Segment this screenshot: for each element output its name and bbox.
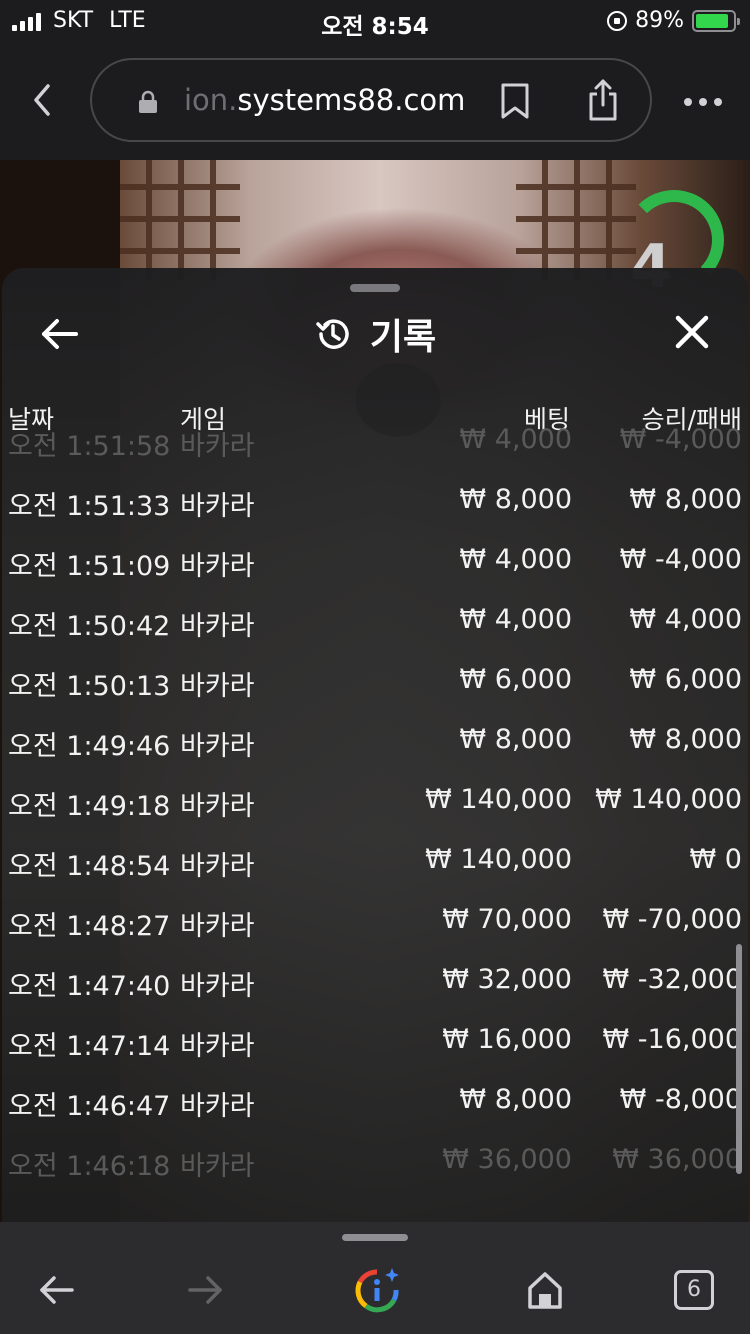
table-row: 오전 1:48:27 바카라 ₩ 70,000 ₩ -70,000: [2, 890, 748, 950]
url-domain: systems88.com: [237, 83, 466, 117]
row-game: 바카라: [180, 491, 255, 522]
window-lattice: [516, 160, 636, 280]
row-game: 바카라: [180, 851, 255, 882]
row-date: 오전 1:47:14: [8, 1031, 171, 1062]
row-result: ₩ -4,000: [619, 428, 742, 455]
browser-toolbar: 6: [0, 1222, 750, 1334]
panel-title-text: 기록: [369, 317, 437, 358]
url-prefix: ion.: [184, 83, 238, 117]
row-result: ₩ 36,000: [612, 1144, 742, 1175]
row-date: 오전 1:49:46: [8, 731, 171, 762]
history-table-body[interactable]: 오전 1:51:58 바카라 ₩ 4,000 ₩ -4,000 오전 1:51:33 바카…: [2, 428, 748, 1222]
row-result: ₩ 0: [689, 844, 742, 875]
address-bar[interactable]: ion.systems88.com: [90, 58, 652, 142]
table-row: 오전 1:47:14 바카라 ₩ 16,000 ₩ -16,000: [2, 1010, 748, 1070]
more-options-icon[interactable]: [684, 98, 722, 106]
row-date: 오전 1:51:58: [8, 431, 171, 462]
browser-address-area: ion.systems88.com: [0, 44, 750, 160]
home-icon[interactable]: [526, 1270, 564, 1310]
row-date: 오전 1:46:47: [8, 1091, 171, 1122]
row-result: ₩ 6,000: [629, 664, 742, 695]
row-result: ₩ 140,000: [595, 784, 742, 815]
row-date: 오전 1:49:18: [8, 791, 171, 822]
history-icon: [316, 319, 349, 349]
row-game: 바카라: [180, 791, 255, 822]
row-result: ₩ -16,000: [602, 1024, 743, 1055]
status-bar: SKT LTE 오전 8:54 89%: [0, 0, 750, 44]
table-row: 오전 1:48:54 바카라 ₩ 140,000 ₩ 0: [2, 830, 748, 890]
row-bet: ₩ 140,000: [425, 844, 572, 875]
row-date: 오전 1:50:42: [8, 611, 171, 642]
back-arrow-icon[interactable]: [38, 1272, 76, 1308]
history-panel: 기록 날짜 게임 베팅 승리/패배 오전 1:51:58 바카라 ₩ 4,000 ₩ …: [2, 268, 748, 1222]
row-result: ₩ -70,000: [602, 904, 743, 935]
table-row: 오전 1:51:33 바카라 ₩ 8,000 ₩ 8,000: [2, 470, 748, 530]
window-lattice: [120, 160, 240, 280]
table-row: 오전 1:50:42 바카라 ₩ 4,000 ₩ 4,000: [2, 590, 748, 650]
table-row: 오전 1:46:18 바카라 ₩ 36,000 ₩ 36,000: [2, 1130, 748, 1190]
battery-icon: [692, 9, 740, 32]
row-game: 바카라: [180, 671, 255, 702]
table-row: 오전 1:49:46 바카라 ₩ 8,000 ₩ 8,000: [2, 710, 748, 770]
row-result: ₩ 8,000: [629, 484, 742, 515]
row-game: 바카라: [180, 971, 255, 1002]
row-game: 바카라: [180, 731, 255, 762]
row-game: 바카라: [180, 1031, 255, 1062]
google-lens-icon[interactable]: [352, 1266, 402, 1316]
battery-percent: 89%: [635, 8, 684, 33]
table-row: 오전 1:51:09 바카라 ₩ 4,000 ₩ -4,000: [2, 530, 748, 590]
row-date: 오전 1:48:54: [8, 851, 171, 882]
row-bet: ₩ 4,000: [459, 428, 572, 455]
row-bet: ₩ 32,000: [442, 964, 572, 995]
status-right: 89%: [607, 8, 740, 33]
table-row: 오전 1:49:18 바카라 ₩ 140,000 ₩ 140,000: [2, 770, 748, 830]
url-text[interactable]: ion.systems88.com: [184, 83, 465, 117]
row-bet: ₩ 70,000: [442, 904, 572, 935]
row-bet: ₩ 8,000: [459, 1084, 572, 1115]
tab-count: 6: [687, 1277, 701, 1302]
panel-grabber[interactable]: [350, 284, 400, 292]
row-result: ₩ -4,000: [619, 544, 742, 575]
row-game: 바카라: [180, 1151, 255, 1182]
table-row: 오전 1:50:13 바카라 ₩ 6,000 ₩ 6,000: [2, 650, 748, 710]
row-bet: ₩ 8,000: [459, 484, 572, 515]
table-row: 오전 1:51:58 바카라 ₩ 4,000 ₩ -4,000: [2, 428, 748, 470]
row-date: 오전 1:46:18: [8, 1151, 171, 1182]
row-result: ₩ 4,000: [629, 604, 742, 635]
row-game: 바카라: [180, 551, 255, 582]
share-icon[interactable]: [586, 78, 620, 122]
row-bet: ₩ 4,000: [459, 604, 572, 635]
row-bet: ₩ 8,000: [459, 724, 572, 755]
row-date: 오전 1:48:27: [8, 911, 171, 942]
toolbar-handle[interactable]: [342, 1234, 408, 1241]
row-date: 오전 1:51:09: [8, 551, 171, 582]
row-bet: ₩ 6,000: [459, 664, 572, 695]
forward-arrow-icon[interactable]: [186, 1272, 224, 1308]
table-row: 오전 1:46:47 바카라 ₩ 8,000 ₩ -8,000: [2, 1070, 748, 1130]
table-row: 오전 1:47:40 바카라 ₩ 32,000 ₩ -32,000: [2, 950, 748, 1010]
chevron-left-icon[interactable]: [26, 80, 58, 120]
row-date: 오전 1:47:40: [8, 971, 171, 1002]
row-date: 오전 1:50:13: [8, 671, 171, 702]
row-bet: ₩ 140,000: [425, 784, 572, 815]
row-game: 바카라: [180, 911, 255, 942]
scrollbar[interactable]: [736, 944, 742, 1174]
row-date: 오전 1:51:33: [8, 491, 171, 522]
row-result: ₩ 8,000: [629, 724, 742, 755]
tab-switcher-icon[interactable]: 6: [674, 1270, 714, 1310]
row-result: ₩ -32,000: [602, 964, 743, 995]
orientation-lock-icon: [607, 10, 628, 31]
row-bet: ₩ 16,000: [442, 1024, 572, 1055]
lock-icon: [139, 90, 157, 113]
close-icon[interactable]: [674, 314, 710, 350]
bookmark-icon[interactable]: [500, 82, 530, 120]
row-game: 바카라: [180, 1091, 255, 1122]
panel-title: 기록: [2, 308, 748, 360]
row-bet: ₩ 36,000: [442, 1144, 572, 1175]
row-result: ₩ -8,000: [619, 1084, 742, 1115]
row-game: 바카라: [180, 611, 255, 642]
row-game: 바카라: [180, 431, 255, 462]
row-bet: ₩ 4,000: [459, 544, 572, 575]
